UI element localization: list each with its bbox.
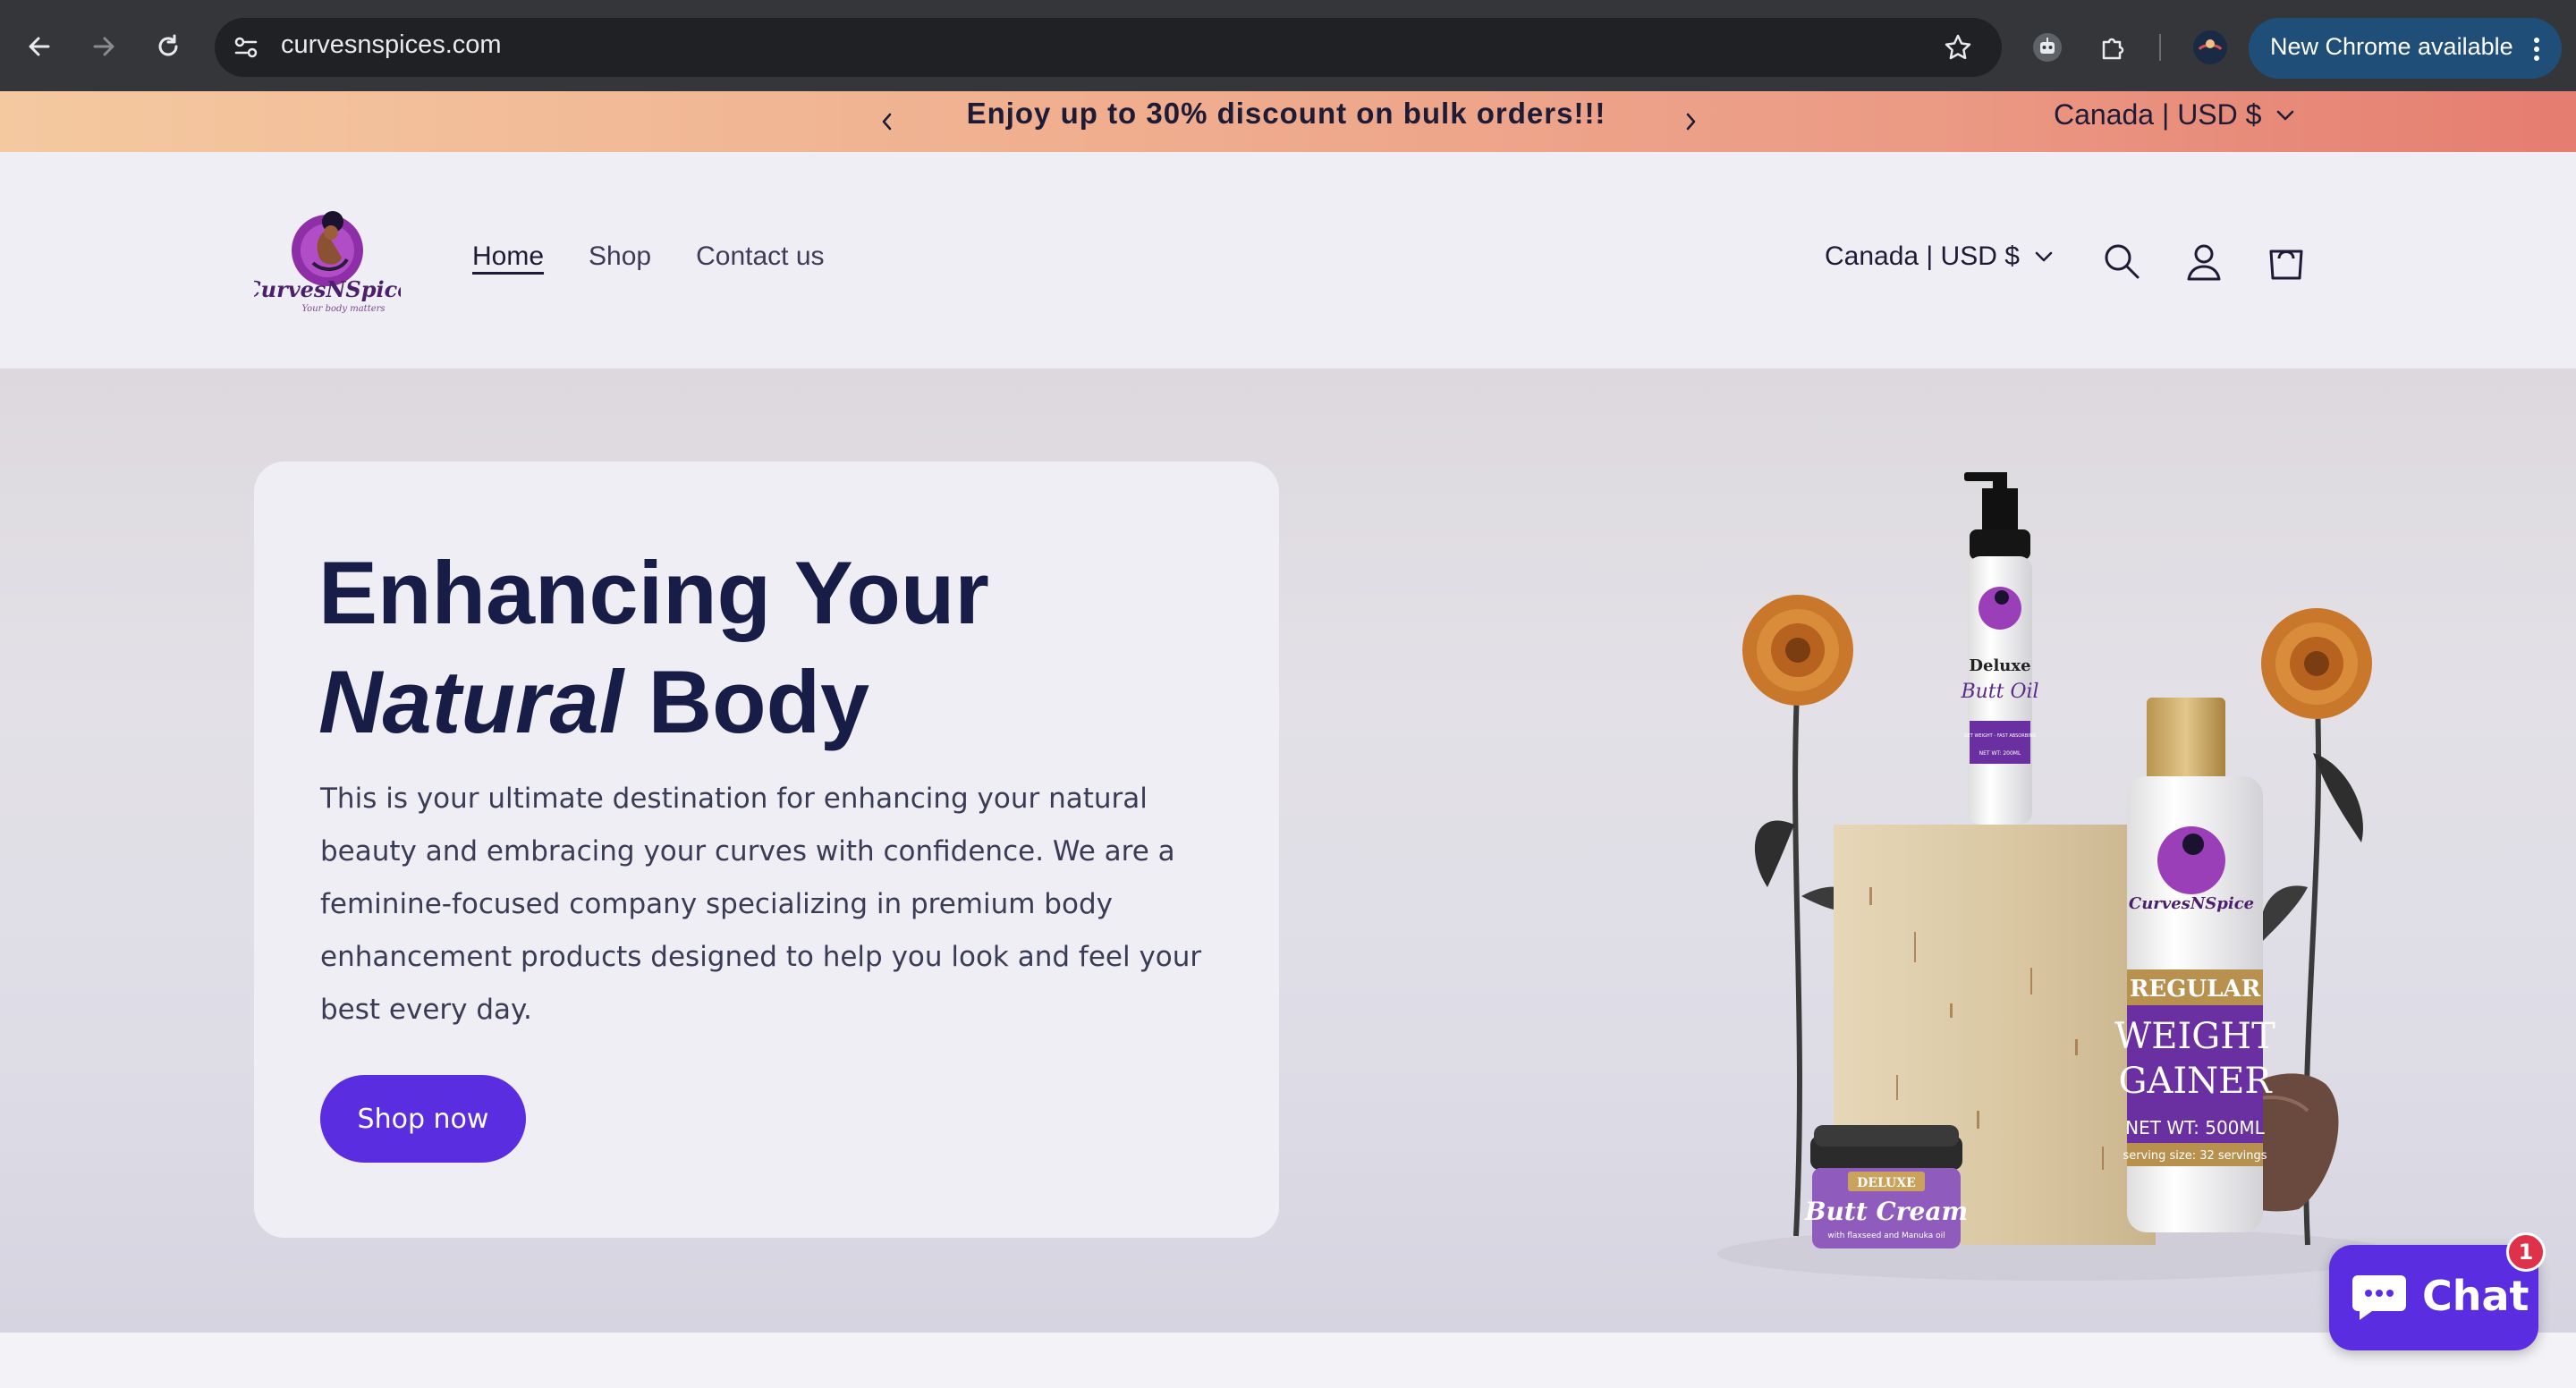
site-header: CurvesNSpice Your body matters Home Shop…: [0, 152, 2576, 368]
chevron-left-icon: [882, 113, 892, 131]
chevron-down-icon: [2035, 251, 2053, 262]
new-chrome-available-button[interactable]: New Chrome available: [2249, 18, 2562, 79]
arrow-left-icon: [29, 37, 50, 56]
hero-description: This is your ultimate destination for en…: [320, 783, 1202, 1026]
site-info-icon[interactable]: [231, 32, 261, 63]
chat-label: Chat: [2422, 1272, 2529, 1320]
cream-small: with flaxseed and Manuka oil: [1827, 1231, 1945, 1240]
header-locale-selector[interactable]: Canada | USD $: [1825, 241, 2054, 272]
hero-product-image: Deluxe Butt Oil GET WEIGHT - FAST ABSORB…: [1717, 472, 2397, 1281]
user-icon: [2187, 244, 2221, 281]
gainer-line2: GAINER: [2119, 1061, 2274, 1102]
gainer-brand: CurvesNSpice: [2129, 894, 2254, 913]
oil-small-1: GET WEIGHT - FAST ABSORBING: [1964, 733, 2037, 739]
browser-toolbar: curvesnspices.com New Chrome available: [0, 0, 2576, 91]
url-text[interactable]: curvesnspices.com: [281, 30, 502, 60]
announcement-bar: Enjoy up to 30% discount on bulk orders!…: [0, 91, 2576, 152]
announcement-prev-button[interactable]: [869, 104, 905, 140]
chevron-right-icon: [1686, 113, 1696, 131]
logo-text: CurvesNSpice: [254, 276, 401, 302]
profile-avatar[interactable]: [2188, 25, 2233, 70]
announcement-next-button[interactable]: [1673, 104, 1708, 140]
address-bar[interactable]: curvesnspices.com: [215, 18, 2002, 77]
reload-button[interactable]: [141, 20, 195, 73]
more-menu-icon[interactable]: [2529, 36, 2544, 63]
announcement-locale-selector[interactable]: Canada | USD $: [2054, 98, 2295, 131]
header-locale-label: Canada | USD $: [1825, 241, 2020, 271]
toolbar-divider: [2159, 34, 2161, 61]
shop-now-button[interactable]: Shop now: [320, 1075, 526, 1163]
oil-name-line2: Butt Oil: [1960, 681, 2038, 703]
announcement-locale-label: Canada | USD $: [2054, 98, 2262, 131]
chevron-down-icon: [2277, 110, 2294, 120]
gainer-serving: serving size: 32 servings: [2123, 1149, 2267, 1163]
logo-tagline: Your body matters: [301, 304, 385, 314]
search-button[interactable]: [2098, 238, 2145, 284]
cream-name: Butt Cream: [1804, 1197, 1968, 1226]
chat-button[interactable]: Chat: [2329, 1245, 2538, 1350]
gainer-band: REGULAR: [2130, 976, 2261, 1003]
reload-icon: [158, 34, 178, 56]
search-icon: [2105, 244, 2140, 279]
hero-title-line1: Enhancing Your: [318, 543, 989, 642]
hero-title: Enhancing Your Natural Body: [318, 538, 989, 757]
cart-button[interactable]: [2263, 238, 2309, 284]
account-button[interactable]: [2181, 238, 2227, 284]
arrow-right-icon: [93, 37, 114, 56]
announcement-message: Enjoy up to 30% discount on bulk orders!…: [966, 97, 1606, 130]
bookmark-star-icon[interactable]: [1943, 32, 1973, 63]
extension-robot-icon[interactable]: [2025, 25, 2070, 70]
site-logo[interactable]: CurvesNSpice Your body matters: [244, 206, 411, 318]
cart-bag-icon: [2269, 250, 2303, 280]
oil-name-line1: Deluxe: [1969, 656, 2030, 675]
extensions-puzzle-icon[interactable]: [2091, 25, 2136, 70]
nav-shop-link[interactable]: Shop: [589, 241, 651, 272]
oil-small-2: NET WT: 200ML: [1979, 750, 2021, 757]
chat-bubble-icon: [2352, 1275, 2406, 1320]
hero-card: Enhancing Your Natural Body This is your…: [254, 461, 1279, 1238]
new-chrome-label: New Chrome available: [2270, 33, 2513, 60]
hero-title-italic: Natural: [318, 652, 624, 751]
forward-button[interactable]: [77, 20, 131, 73]
chat-notification-badge: 1: [2506, 1232, 2546, 1272]
back-button[interactable]: [13, 20, 66, 73]
cream-band: DELUXE: [1857, 1176, 1916, 1190]
main-nav: Home Shop Contact us: [472, 241, 825, 272]
next-section-edge: [0, 1333, 2576, 1388]
hero-title-rest: Body: [623, 652, 870, 751]
nav-contact-link[interactable]: Contact us: [696, 241, 824, 272]
gainer-net: NET WT: 500ML: [2125, 1117, 2265, 1138]
gainer-line1: WEIGHT: [2114, 1016, 2275, 1057]
hero-section: Enhancing Your Natural Body This is your…: [0, 368, 2576, 1333]
nav-home-link[interactable]: Home: [472, 241, 544, 272]
